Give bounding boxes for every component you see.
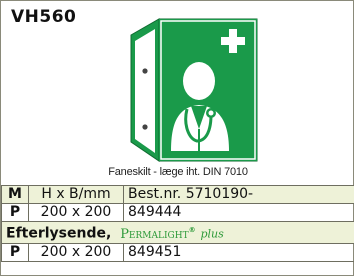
permalight-brand: Permalight: [120, 226, 189, 242]
screw-hole-bottom: [142, 124, 148, 130]
row-size: 200 x 200: [28, 203, 124, 222]
table-row: P 200 x 200 849451: [1, 242, 354, 262]
row-size: 200 x 200: [28, 242, 124, 262]
luminous-band: Efterlysende, Permalight® plus: [1, 221, 354, 244]
header-size: H x B/mm: [28, 185, 124, 204]
band-label: Efterlysende,: [6, 225, 112, 242]
sign-illustration: Faneskilt - læge iht. DIN 7010: [1, 1, 354, 181]
row-number: 849451: [123, 242, 354, 262]
screw-hole-top: [142, 68, 148, 74]
header-best-nr: Best.nr. 5710190-: [123, 185, 354, 204]
table-row: P 200 x 200 849444: [1, 203, 354, 222]
row-m: P: [1, 203, 29, 222]
row-number: 849444: [123, 203, 354, 222]
flag-sign-image: [130, 18, 258, 162]
product-caption: Faneskilt - læge iht. DIN 7010: [108, 166, 248, 178]
row-m: P: [1, 242, 29, 262]
spec-table: M H x B/mm Best.nr. 5710190- P 200 x 200…: [1, 185, 354, 262]
product-card: VH560 Faneskilt - læge iht. DIN 7010 M H…: [0, 0, 354, 276]
table-header-row: M H x B/mm Best.nr. 5710190-: [1, 185, 354, 204]
luminous-band-row: Efterlysende, Permalight® plus: [1, 221, 354, 244]
permalight-trademark: ®: [188, 226, 196, 234]
permalight-plus: plus: [200, 227, 224, 241]
header-m: M: [1, 185, 29, 204]
